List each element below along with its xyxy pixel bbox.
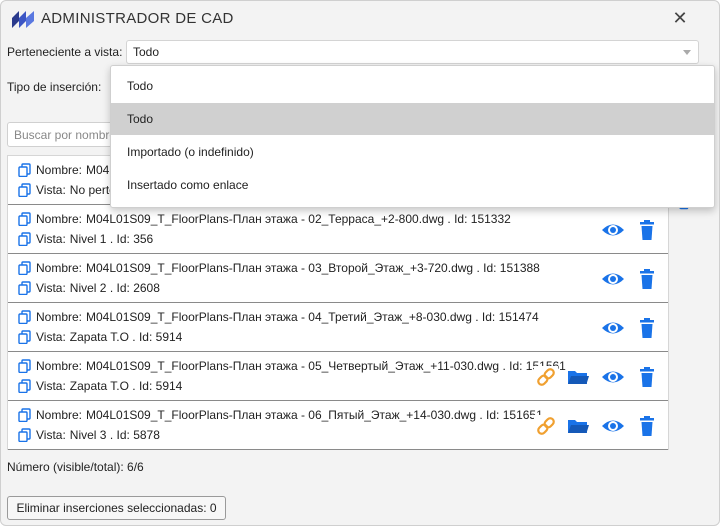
item-actions	[8, 415, 668, 437]
window-title: ADMINISTRADOR DE CAD	[41, 10, 234, 27]
item-actions	[8, 268, 668, 290]
title-bar: ADMINISTRADOR DE CAD ✕	[1, 1, 719, 37]
item-actions	[8, 317, 668, 339]
dropdown-option[interactable]: Importado (o indefinido)	[111, 136, 714, 168]
view-filter-value: Todo	[133, 45, 160, 59]
item-actions	[8, 366, 668, 388]
item-actions	[8, 219, 668, 241]
folder-icon[interactable]	[566, 415, 590, 437]
insert-type-label: Tipo de inserción:	[7, 80, 102, 94]
search-input[interactable]	[7, 122, 117, 147]
count-label: Número (visible/total): 6/6	[7, 460, 144, 474]
view-filter-label: Perteneciente a vista:	[7, 45, 123, 59]
list-item[interactable]: Nombre:M04L01S09_T_FloorPlans-План этажа…	[8, 352, 668, 401]
trash-icon[interactable]	[635, 268, 659, 290]
trash-icon[interactable]	[635, 219, 659, 241]
list-item[interactable]: Nombre:M04L01S09_T_FloorPlans-План этажа…	[8, 401, 668, 450]
eye-icon[interactable]	[601, 366, 625, 388]
folder-icon[interactable]	[566, 366, 590, 388]
delete-selected-button[interactable]: Eliminar inserciones seleccionadas: 0	[7, 496, 226, 520]
insert-type-dropdown: Todo Todo Importado (o indefinido) Insertad…	[110, 65, 715, 208]
trash-icon[interactable]	[635, 415, 659, 437]
eye-icon[interactable]	[601, 268, 625, 290]
link-icon[interactable]	[534, 415, 558, 437]
trash-icon[interactable]	[635, 366, 659, 388]
eye-icon[interactable]	[601, 219, 625, 241]
dropdown-option[interactable]: Todo	[111, 70, 714, 102]
eye-icon[interactable]	[601, 415, 625, 437]
dropdown-option[interactable]: Todo	[111, 103, 714, 135]
cad-manager-window: ADMINISTRADOR DE CAD ✕ Perteneciente a v…	[0, 0, 720, 526]
list-item[interactable]: Nombre:M04L01S09_T_FloorPlans-План этажа…	[8, 303, 668, 352]
list-item[interactable]: Nombre:M04L01S09_T_FloorPlans-План этажа…	[8, 205, 668, 254]
chevron-down-icon	[683, 50, 691, 55]
dropdown-option[interactable]: Insertado como enlace	[111, 169, 714, 201]
trash-icon[interactable]	[635, 317, 659, 339]
eye-icon[interactable]	[601, 317, 625, 339]
close-icon[interactable]: ✕	[669, 7, 691, 29]
list-item[interactable]: Nombre:M04L01S09_T_FloorPlans-План этажа…	[8, 254, 668, 303]
view-filter-select[interactable]: Todo	[126, 40, 699, 64]
app-logo-icon	[12, 11, 34, 28]
link-icon[interactable]	[534, 366, 558, 388]
